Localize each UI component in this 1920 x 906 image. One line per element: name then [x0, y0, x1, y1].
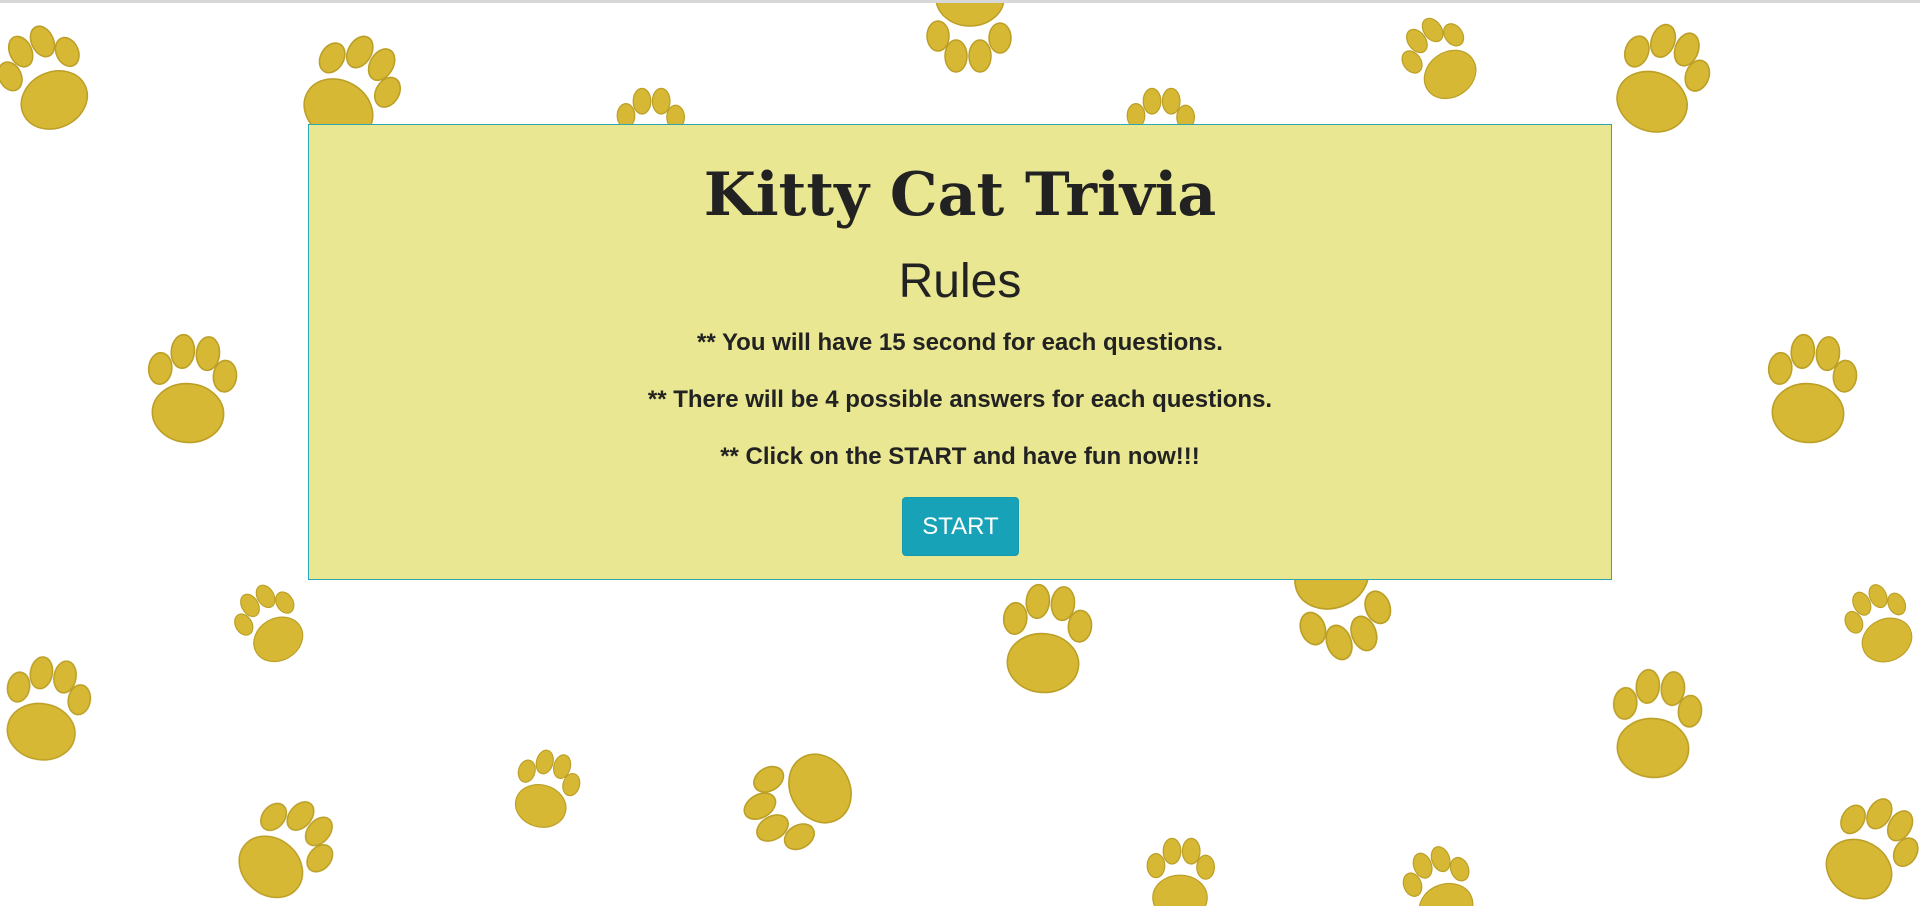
- paw-print-icon: [926, 0, 1012, 73]
- top-divider: [0, 0, 1920, 3]
- paw-print-icon: [1606, 666, 1706, 783]
- paw-print-icon: [141, 331, 241, 448]
- rule-text: ** There will be 4 possible answers for …: [647, 386, 1273, 413]
- paw-print-icon: [1761, 331, 1861, 448]
- paw-print-icon: [1388, 5, 1492, 113]
- paw-print-icon: [1835, 575, 1920, 673]
- rules-heading: Rules: [898, 255, 1022, 308]
- paw-print-icon: [729, 733, 868, 866]
- paw-print-icon: [0, 650, 98, 768]
- paw-print-icon: [1394, 838, 1487, 906]
- paw-print-icon: [220, 783, 353, 906]
- paw-print-icon: [996, 581, 1096, 698]
- paw-print-icon: [505, 743, 587, 836]
- rule-text: ** Click on the START and have fun now!!…: [720, 443, 1200, 470]
- rules-panel: Kitty Cat Trivia Rules ** You will have …: [308, 124, 1612, 580]
- paw-print-icon: [0, 13, 106, 144]
- paw-print-icon: [1146, 837, 1216, 906]
- rule-text: ** You will have 15 second for each ques…: [697, 329, 1223, 356]
- page: Kitty Cat Trivia Rules ** You will have …: [0, 0, 1920, 906]
- paw-print-icon: [1808, 783, 1920, 906]
- page-title: Kitty Cat Trivia: [703, 160, 1217, 230]
- start-button[interactable]: START: [902, 497, 1019, 556]
- paw-print-icon: [1600, 13, 1722, 146]
- paw-print-icon: [223, 574, 318, 674]
